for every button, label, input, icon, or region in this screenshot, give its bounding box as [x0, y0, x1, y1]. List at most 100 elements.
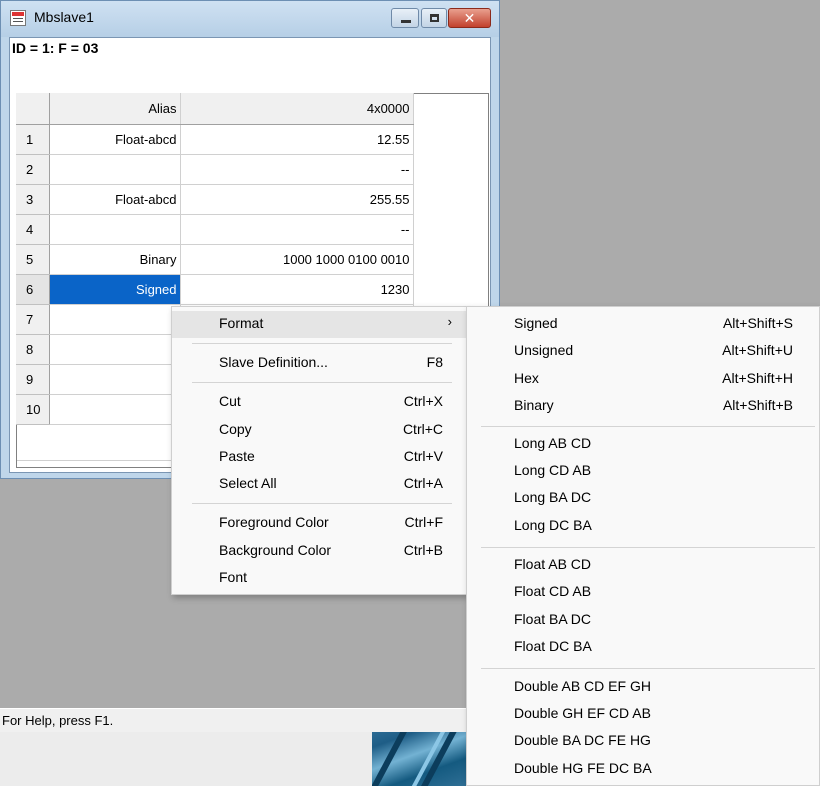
menu-item-long-ba-dc[interactable]: Long BA DC	[467, 485, 819, 512]
menu-item-hex[interactable]: Hex Alt+Shift+H	[467, 366, 819, 393]
row-header[interactable]: 10	[16, 394, 50, 425]
maximize-icon	[430, 14, 439, 22]
menu-item-background-color[interactable]: Background Color Ctrl+B	[172, 538, 467, 565]
menu-separator	[481, 547, 815, 548]
menu-item-cut[interactable]: Cut Ctrl+X	[172, 389, 467, 416]
menu-item-label: Slave Definition...	[219, 354, 328, 370]
table-header-row: Alias 4x0000	[16, 93, 414, 125]
menu-item-double-hg-fe-dc-ba[interactable]: Double HG FE DC BA	[467, 756, 819, 783]
table-row: 5 Binary 1000 1000 0100 0010	[16, 244, 414, 275]
table-row: 4 --	[16, 214, 414, 245]
menu-item-double-ab-cd-ef-gh[interactable]: Double AB CD EF GH	[467, 674, 819, 701]
minimize-button[interactable]	[391, 8, 419, 28]
menu-item-label: Copy	[219, 421, 252, 437]
value-cell[interactable]: 1230	[180, 274, 414, 305]
menu-item-label: Select All	[219, 475, 277, 491]
menu-item-font[interactable]: Font	[172, 565, 467, 592]
menu-item-label: Double BA DC FE HG	[514, 732, 651, 748]
alias-cell[interactable]	[49, 154, 181, 185]
row-header[interactable]: 7	[16, 304, 50, 335]
row-header[interactable]: 9	[16, 364, 50, 395]
close-icon: ✕	[463, 10, 476, 26]
menu-item-label: Foreground Color	[219, 514, 329, 530]
menu-item-shortcut: Ctrl+A	[403, 475, 443, 491]
row-header[interactable]: 3	[16, 184, 50, 215]
title-bar[interactable]: Mbslave1 ✕	[1, 1, 499, 37]
menu-item-binary[interactable]: Binary Alt+Shift+B	[467, 393, 819, 420]
menu-item-label: Float DC BA	[514, 638, 592, 654]
alias-cell[interactable]	[49, 214, 181, 245]
menu-item-float-ab-cd[interactable]: Float AB CD	[467, 552, 819, 579]
row-header[interactable]: 1	[16, 124, 50, 155]
menu-item-long-cd-ab[interactable]: Long CD AB	[467, 458, 819, 485]
menu-separator	[481, 426, 815, 427]
table-row: 2 --	[16, 154, 414, 185]
menu-separator	[192, 503, 452, 504]
menu-item-label: Unsigned	[514, 342, 574, 358]
menu-item-shortcut: Alt+Shift+H	[722, 370, 793, 386]
menu-item-shortcut: Ctrl+V	[403, 448, 443, 464]
menu-item-foreground-color[interactable]: Foreground Color Ctrl+F	[172, 510, 467, 537]
menu-item-shortcut: Ctrl+B	[403, 542, 443, 558]
menu-item-float-dc-ba[interactable]: Float DC BA	[467, 634, 819, 661]
menu-item-label: Float BA DC	[514, 611, 592, 627]
close-button[interactable]: ✕	[448, 8, 491, 28]
context-menu: Format › Slave Definition... F8 Cut Ctrl…	[171, 306, 468, 595]
row-header[interactable]: 4	[16, 214, 50, 245]
table-row: 1 Float-abcd 12.55	[16, 124, 414, 155]
row-header[interactable]: 5	[16, 244, 50, 275]
menu-item-label: Paste	[219, 448, 255, 464]
alias-cell[interactable]: Float-abcd	[49, 184, 181, 215]
menu-item-label: Cut	[219, 393, 241, 409]
menu-item-float-cd-ab[interactable]: Float CD AB	[467, 579, 819, 606]
alias-cell[interactable]: Float-abcd	[49, 124, 181, 155]
value-cell[interactable]: --	[180, 214, 414, 245]
menu-item-label: Double HG FE DC BA	[514, 760, 652, 776]
minimize-icon	[401, 20, 411, 23]
value-cell[interactable]: 1000 1000 0100 0010	[180, 244, 414, 275]
menu-item-shortcut: Ctrl+C	[402, 421, 443, 437]
menu-item-double-ba-dc-fe-hg[interactable]: Double BA DC FE HG	[467, 728, 819, 755]
alias-cell[interactable]	[49, 334, 181, 365]
menu-item-label: Double GH EF CD AB	[514, 705, 651, 721]
menu-item-slave-definition[interactable]: Slave Definition... F8	[172, 350, 467, 377]
menu-item-paste[interactable]: Paste Ctrl+V	[172, 444, 467, 471]
menu-item-double-gh-ef-cd-ab[interactable]: Double GH EF CD AB	[467, 701, 819, 728]
app-document-icon[interactable]	[10, 10, 26, 26]
format-submenu: Signed Alt+Shift+S Unsigned Alt+Shift+U …	[466, 306, 820, 786]
value-cell[interactable]: 12.55	[180, 124, 414, 155]
corner-cell[interactable]	[16, 93, 50, 125]
menu-item-unsigned[interactable]: Unsigned Alt+Shift+U	[467, 338, 819, 365]
menu-item-signed[interactable]: Signed Alt+Shift+S	[467, 311, 819, 338]
menu-item-long-dc-ba[interactable]: Long DC BA	[467, 513, 819, 540]
menu-item-select-all[interactable]: Select All Ctrl+A	[172, 471, 467, 498]
menu-item-label: Format	[219, 315, 264, 331]
row-header[interactable]: 2	[16, 154, 50, 185]
menu-item-label: Font	[219, 569, 248, 585]
menu-item-shortcut: Alt+Shift+U	[722, 342, 793, 358]
menu-item-shortcut: F8	[426, 354, 443, 370]
alias-cell[interactable]	[49, 394, 181, 425]
window-title: Mbslave1	[34, 9, 94, 25]
chevron-right-icon: ›	[447, 314, 452, 329]
menu-item-label: Background Color	[219, 542, 332, 558]
maximize-button[interactable]	[421, 8, 447, 28]
menu-item-label: Binary	[514, 397, 554, 413]
menu-item-label: Double AB CD EF GH	[514, 678, 651, 694]
menu-item-label: Float CD AB	[514, 583, 592, 599]
row-header[interactable]: 8	[16, 334, 50, 365]
alias-cell[interactable]	[49, 364, 181, 395]
menu-item-long-ab-cd[interactable]: Long AB CD	[467, 431, 819, 458]
alias-cell-selected[interactable]: Signed	[49, 274, 181, 305]
menu-item-copy[interactable]: Copy Ctrl+C	[172, 417, 467, 444]
value-cell[interactable]: 255.55	[180, 184, 414, 215]
column-header-alias[interactable]: Alias	[49, 93, 181, 125]
row-header[interactable]: 6	[16, 274, 50, 305]
alias-cell[interactable]: Binary	[49, 244, 181, 275]
menu-item-shortcut: Ctrl+X	[403, 393, 443, 409]
column-header-register[interactable]: 4x0000	[180, 93, 414, 125]
menu-item-format[interactable]: Format ›	[172, 311, 467, 338]
menu-item-float-ba-dc[interactable]: Float BA DC	[467, 607, 819, 634]
alias-cell[interactable]	[49, 304, 181, 335]
value-cell[interactable]: --	[180, 154, 414, 185]
